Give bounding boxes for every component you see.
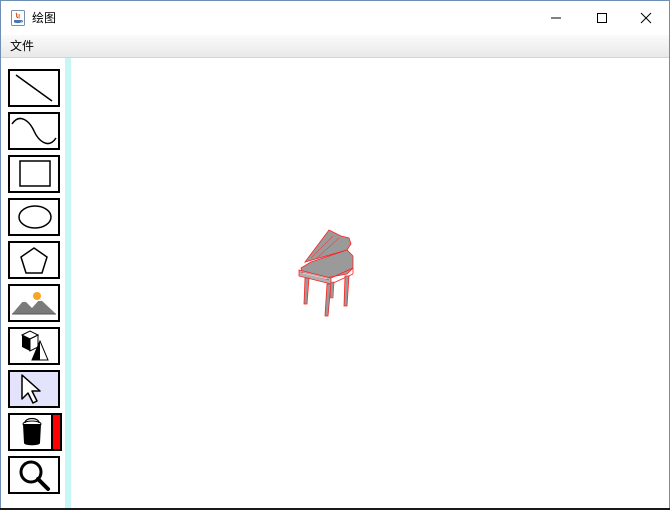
cube-cone-icon [20, 330, 49, 361]
line-icon [15, 74, 53, 102]
ellipse-icon [18, 205, 52, 229]
rectangle-icon [19, 160, 51, 187]
maximize-icon [597, 13, 607, 23]
minimize-icon [551, 17, 561, 19]
menu-bar: 文件 [1, 35, 669, 58]
window-title: 绘图 [32, 11, 57, 25]
close-icon [640, 12, 652, 24]
java-icon [11, 10, 25, 26]
menu-file[interactable]: 文件 [8, 38, 36, 54]
cursor-arrow-icon [21, 374, 41, 404]
magnifier-icon [19, 460, 50, 491]
select-tool-button[interactable] [8, 370, 60, 408]
landscape-image-icon [12, 292, 56, 315]
title-bar[interactable]: 绘图 [1, 1, 669, 35]
toolbar [1, 58, 65, 509]
maximize-button[interactable] [579, 1, 625, 35]
curve-icon [11, 117, 57, 145]
minimize-button[interactable] [533, 1, 579, 35]
ellipse-tool-button[interactable] [8, 198, 60, 236]
line-tool-button[interactable] [8, 69, 60, 107]
paint-window: 绘图 文件 [0, 0, 670, 510]
grand-piano-model[interactable] [291, 228, 371, 328]
paint-bucket-icon [22, 415, 60, 449]
image-tool-button[interactable] [8, 284, 60, 322]
3d-shape-tool-button[interactable] [8, 327, 60, 365]
drawing-canvas[interactable] [71, 58, 669, 509]
curve-tool-button[interactable] [8, 112, 60, 150]
pentagon-icon [20, 247, 48, 274]
fill-tool-button[interactable] [8, 413, 62, 451]
rectangle-tool-button[interactable] [8, 155, 60, 193]
close-button[interactable] [623, 1, 669, 35]
polygon-tool-button[interactable] [8, 241, 60, 279]
zoom-tool-button[interactable] [8, 456, 60, 494]
